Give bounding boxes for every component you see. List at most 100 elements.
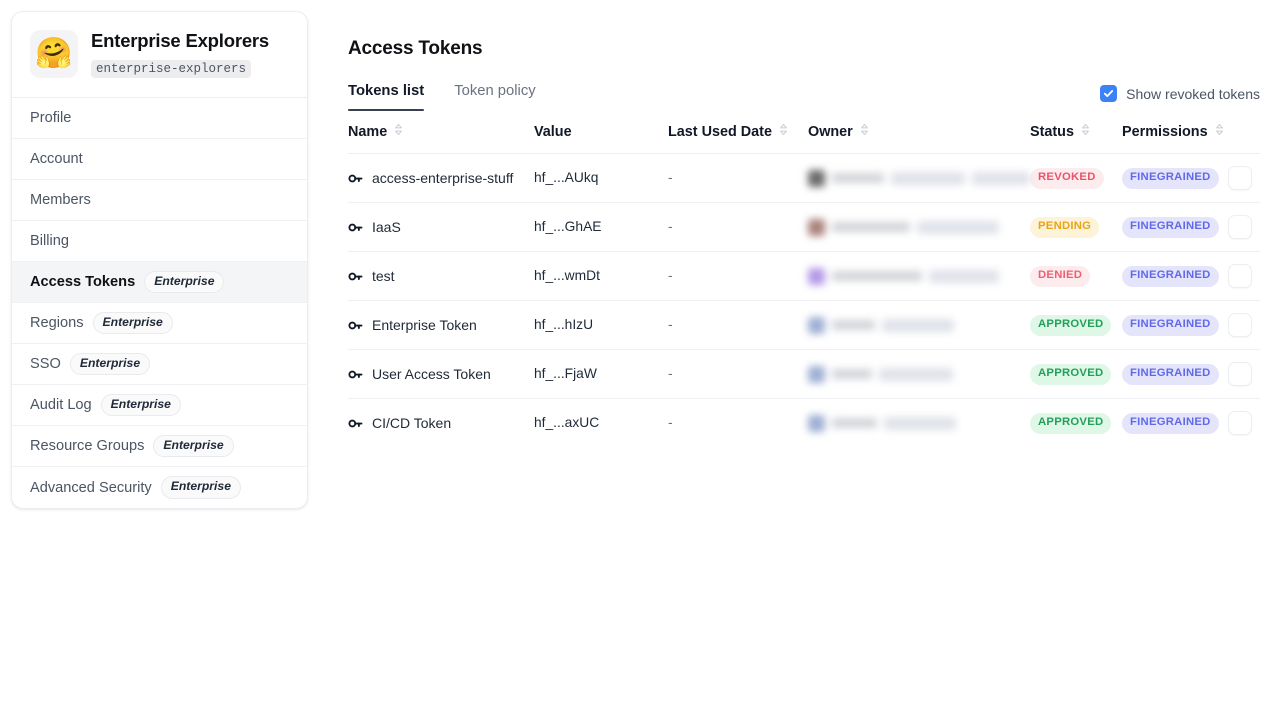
sidebar-item-regions[interactable]: Regions Enterprise — [12, 303, 307, 344]
column-header-inner: Last Used Date — [668, 123, 808, 140]
enterprise-badge: Enterprise — [101, 394, 181, 416]
permissions-badge: FINEGRAINED — [1122, 364, 1219, 385]
show-revoked-tokens-toggle[interactable]: Show revoked tokens — [1100, 85, 1260, 102]
kebab-menu-icon[interactable] — [1228, 411, 1252, 435]
kebab-menu-icon[interactable] — [1228, 215, 1252, 239]
cell-status: PENDING — [1030, 203, 1122, 252]
token-value[interactable]: hf_...hIzU — [534, 317, 593, 332]
column-header-name[interactable]: Name — [348, 123, 534, 154]
key-icon — [348, 416, 363, 431]
sidebar-item-label: Access Tokens — [30, 274, 135, 290]
last-used-date: - — [668, 218, 673, 234]
owner-blurred-text — [832, 271, 922, 281]
table-row[interactable]: IaaShf_...GhAE-PENDINGFINEGRAINED — [348, 203, 1260, 252]
owner-redacted — [808, 268, 1030, 285]
column-header-inner: Owner — [808, 123, 1030, 140]
org-header: 🤗 Enterprise Explorers enterprise-explor… — [12, 12, 307, 98]
enterprise-badge: Enterprise — [70, 353, 150, 375]
cell-name: IaaS — [348, 203, 534, 252]
token-value[interactable]: hf_...FjaW — [534, 366, 597, 381]
tab-token-policy[interactable]: Token policy — [454, 83, 549, 111]
status-badge: REVOKED — [1030, 168, 1104, 189]
org-settings-sidebar: 🤗 Enterprise Explorers enterprise-explor… — [11, 11, 308, 509]
column-header-permissions[interactable]: Permissions — [1122, 123, 1228, 154]
column-header-inner: Value — [534, 124, 668, 140]
column-header-status[interactable]: Status — [1030, 123, 1122, 154]
cell-value: hf_...GhAE — [534, 203, 668, 252]
sidebar-item-access-tokens[interactable]: Access TokensEnterprise — [12, 262, 307, 303]
cell-owner — [808, 252, 1030, 301]
owner-blurred-text — [917, 221, 999, 234]
token-value[interactable]: hf_...AUkq — [534, 170, 598, 185]
token-value[interactable]: hf_...wmDt — [534, 268, 600, 283]
column-header-actions — [1228, 123, 1260, 154]
enterprise-badge: Enterprise — [161, 476, 241, 498]
token-name: test — [372, 268, 395, 284]
last-used-date: - — [668, 169, 673, 185]
token-name-cell: CI/CD Token — [348, 415, 534, 431]
table-row[interactable]: CI/CD Tokenhf_...axUC-APPROVEDFINEGRAINE… — [348, 399, 1260, 448]
checkbox-checked-icon[interactable] — [1100, 85, 1117, 102]
sidebar-item-sso[interactable]: SSOEnterprise — [12, 344, 307, 385]
sidebar-item-billing[interactable]: Billing — [12, 221, 307, 262]
sidebar-item-label: Regions — [30, 315, 84, 331]
sort-toggle-icon[interactable] — [779, 123, 788, 140]
token-name: Enterprise Token — [372, 317, 477, 333]
status-badge: APPROVED — [1030, 413, 1111, 434]
kebab-menu-icon[interactable] — [1228, 166, 1252, 190]
hugging-face-tie-emoji-icon: 🤗 — [30, 30, 78, 78]
table-row[interactable]: User Access Tokenhf_...FjaW-APPROVEDFINE… — [348, 350, 1260, 399]
sidebar-item-account[interactable]: Account — [12, 139, 307, 180]
sidebar-item-label: Resource Groups — [30, 438, 144, 454]
sort-toggle-icon[interactable] — [1081, 123, 1090, 140]
sort-toggle-icon[interactable] — [1215, 123, 1224, 140]
last-used-date: - — [668, 365, 673, 381]
kebab-menu-icon[interactable] — [1228, 313, 1252, 337]
sidebar-item-profile[interactable]: Profile — [12, 98, 307, 139]
cell-actions — [1228, 301, 1260, 350]
sidebar-item-audit-log[interactable]: Audit LogEnterprise — [12, 385, 307, 426]
avatar — [808, 170, 825, 187]
sidebar-item-members[interactable]: Members — [12, 180, 307, 221]
column-header-last-used-date[interactable]: Last Used Date — [668, 123, 808, 154]
org-slug: enterprise-explorers — [91, 60, 251, 78]
token-value[interactable]: hf_...GhAE — [534, 219, 602, 234]
cell-last-used: - — [668, 252, 808, 301]
kebab-menu-icon[interactable] — [1228, 362, 1252, 386]
cell-permissions: FINEGRAINED — [1122, 252, 1228, 301]
sidebar-item-advanced-security[interactable]: Advanced SecurityEnterprise — [12, 467, 307, 508]
column-header-label: Last Used Date — [668, 124, 772, 140]
avatar — [808, 366, 825, 383]
key-icon — [348, 171, 363, 186]
owner-blurred-text — [891, 172, 965, 185]
sort-toggle-icon[interactable] — [394, 123, 403, 140]
token-value[interactable]: hf_...axUC — [534, 415, 599, 430]
owner-blurred-text — [884, 417, 956, 430]
cell-owner — [808, 350, 1030, 399]
avatar — [808, 219, 825, 236]
sort-toggle-icon[interactable] — [860, 123, 869, 140]
status-badge: PENDING — [1030, 217, 1099, 238]
cell-permissions: FINEGRAINED — [1122, 154, 1228, 203]
last-used-date: - — [668, 414, 673, 430]
column-header-value: Value — [534, 123, 668, 154]
enterprise-badge: Enterprise — [93, 312, 173, 334]
tab-tokens-list[interactable]: Tokens list — [348, 83, 438, 111]
owner-redacted — [808, 170, 1030, 187]
permissions-badge: FINEGRAINED — [1122, 315, 1219, 336]
last-used-date: - — [668, 316, 673, 332]
sidebar-item-resource-groups[interactable]: Resource GroupsEnterprise — [12, 426, 307, 467]
column-header-owner[interactable]: Owner — [808, 123, 1030, 154]
key-icon — [348, 367, 363, 382]
column-header-inner: Permissions — [1122, 123, 1228, 140]
cell-name: User Access Token — [348, 350, 534, 399]
avatar — [808, 415, 825, 432]
token-name: User Access Token — [372, 366, 491, 382]
permissions-badge: FINEGRAINED — [1122, 266, 1219, 287]
kebab-menu-icon[interactable] — [1228, 264, 1252, 288]
column-header-label: Value — [534, 124, 572, 140]
owner-blurred-text — [882, 319, 954, 332]
table-row[interactable]: Enterprise Tokenhf_...hIzU-APPROVEDFINEG… — [348, 301, 1260, 350]
table-row[interactable]: access-enterprise-stuffhf_...AUkq-REVOKE… — [348, 154, 1260, 203]
table-row[interactable]: testhf_...wmDt-DENIEDFINEGRAINED — [348, 252, 1260, 301]
